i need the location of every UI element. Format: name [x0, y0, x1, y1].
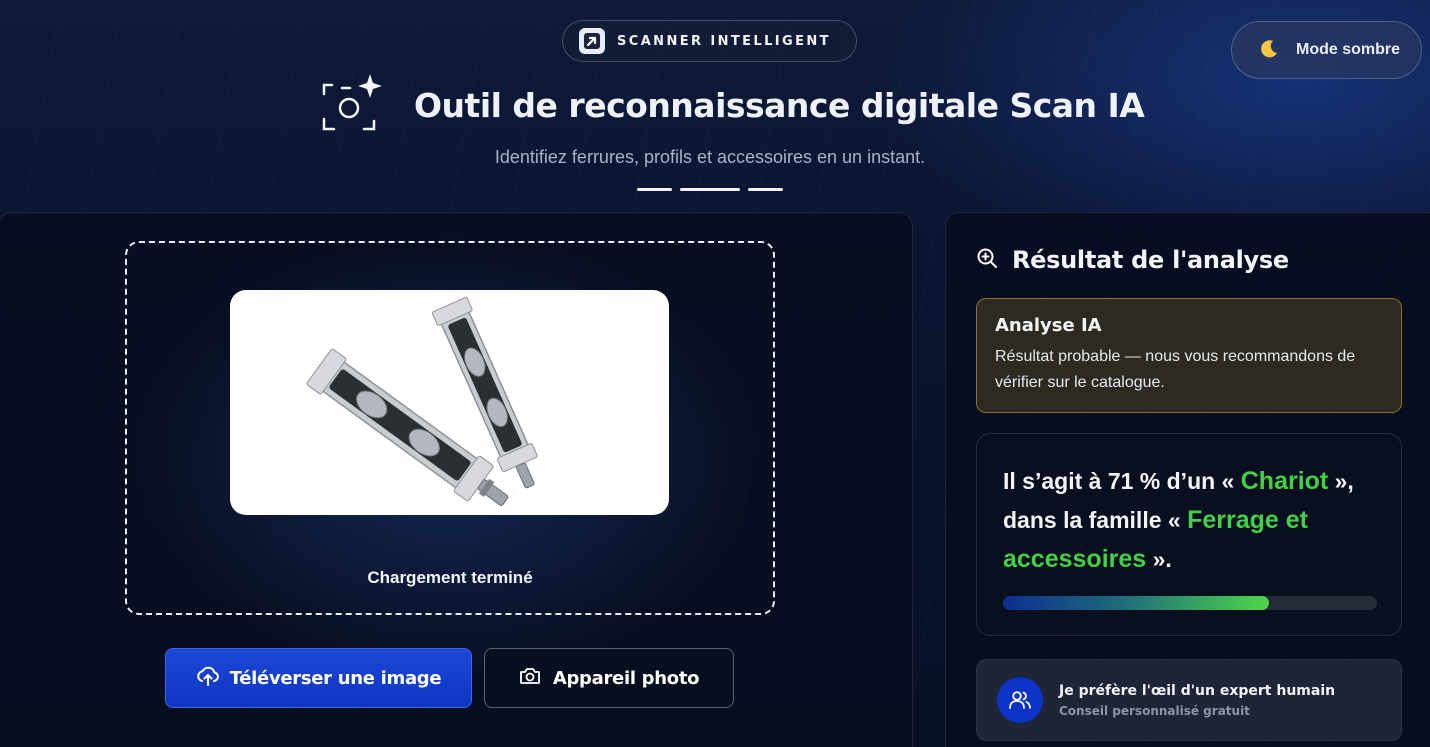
badge-label: SCANNER INTELLIGENT — [617, 33, 831, 49]
scanner-badge: SCANNER INTELLIGENT — [562, 20, 857, 62]
result-item-name: Chariot — [1240, 467, 1329, 495]
camera-button-label: Appareil photo — [552, 667, 700, 689]
cloud-upload-icon — [196, 665, 220, 691]
uploaded-image-preview — [230, 290, 669, 515]
moon-icon — [1258, 38, 1280, 63]
camera-scan-sparkle-icon — [320, 72, 384, 138]
result-sentence: Il s’agit à 71 % d’un « Chariot », dans … — [1003, 462, 1375, 579]
upload-image-button[interactable]: Téléverser une image — [165, 648, 472, 708]
dark-mode-toggle[interactable]: Mode sombre — [1231, 21, 1422, 79]
camera-button[interactable]: Appareil photo — [484, 648, 734, 708]
zoom-in-icon — [976, 247, 998, 273]
page-subtitle: Identifiez ferrures, profils et accessoi… — [494, 147, 926, 167]
sentence-suffix: ». — [1146, 546, 1172, 572]
upload-status: Chargement terminé — [367, 568, 533, 587]
users-icon — [997, 677, 1043, 723]
decorative-dashes — [637, 188, 783, 191]
dark-mode-label: Mode sombre — [1296, 41, 1401, 58]
sentence-prefix: Il s’agit à 71 % d’un « — [1003, 468, 1241, 494]
ai-warning-box: Analyse IA Résultat probable — nous vous… — [976, 298, 1402, 413]
camera-icon — [519, 666, 541, 690]
upload-button-label: Téléverser une image — [229, 667, 442, 689]
warning-title: Analyse IA — [995, 315, 1102, 336]
result-title: Résultat de l'analyse — [1012, 246, 1289, 274]
warning-text: Résultat probable — nous vous recommando… — [995, 348, 1356, 391]
confidence-bar-fill — [1003, 596, 1269, 610]
result-header: Résultat de l'analyse — [976, 244, 1289, 276]
expert-subtitle: Conseil personnalisé gratuit — [1059, 703, 1250, 718]
confidence-bar — [1003, 596, 1377, 610]
title-row: Outil de reconnaissance digitale Scan IA — [320, 72, 1145, 138]
expert-title: Je préfère l'œil d'un expert humain — [1059, 682, 1336, 699]
expert-help-button[interactable]: Je préfère l'œil d'un expert humain Cons… — [976, 659, 1402, 741]
arrow-square-icon — [579, 28, 605, 54]
page-title: Outil de reconnaissance digitale Scan IA — [414, 85, 1145, 125]
result-card: Il s’agit à 71 % d’un « Chariot », dans … — [976, 433, 1402, 636]
